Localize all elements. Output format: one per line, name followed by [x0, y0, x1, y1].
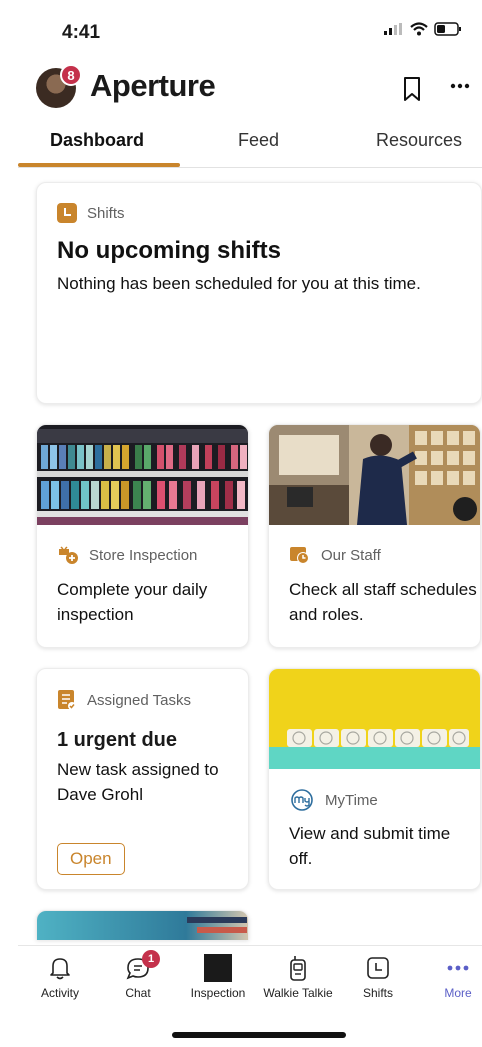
our-staff-header: Our Staff: [289, 545, 381, 565]
chat-badge: 1: [142, 950, 160, 968]
nav-activity-label: Activity: [40, 986, 79, 1000]
store-inspection-label: Store Inspection: [89, 546, 198, 564]
tab-dashboard[interactable]: Dashboard: [50, 130, 144, 151]
tab-feed[interactable]: Feed: [238, 130, 279, 151]
tab-bar: Dashboard Feed Resources: [18, 118, 482, 168]
shifts-card[interactable]: Shifts No upcoming shifts Nothing has be…: [36, 182, 482, 404]
notification-badge: 8: [60, 64, 82, 86]
bottom-nav: Activity 1 Chat Inspection Walkie Talkie: [18, 945, 482, 1005]
nav-more-label: More: [444, 986, 472, 1000]
assigned-tasks-label: Assigned Tasks: [87, 691, 191, 709]
assigned-tasks-text: New task assigned to Dave Grohl: [57, 760, 219, 804]
store-inspection-text: Complete your daily inspection: [57, 580, 208, 624]
nav-walkie-talkie-label: Walkie Talkie: [263, 986, 333, 1000]
mytime-logo-icon: [291, 789, 313, 811]
nav-shifts-label: Shifts: [362, 986, 393, 1000]
shifts-clock-icon: [57, 203, 77, 223]
tab-resources[interactable]: Resources: [376, 130, 462, 151]
status-icons: [384, 22, 462, 36]
nav-chat[interactable]: 1 Chat: [98, 950, 178, 1000]
store-staff-image: [269, 425, 480, 525]
partial-card-image: [37, 911, 248, 940]
assigned-tasks-card[interactable]: Assigned Tasks 1 urgent due New task ass…: [36, 668, 249, 890]
status-bar: 4:41: [0, 0, 482, 56]
wifi-icon: [410, 22, 428, 36]
staff-schedule-icon: [290, 547, 309, 564]
ellipsis-icon: [450, 83, 470, 89]
mytime-card[interactable]: MyTime View and submit time off.: [268, 668, 481, 890]
mytime-clocks-image: [269, 669, 480, 769]
our-staff-text: Check all staff schedules and roles.: [289, 580, 477, 624]
more-icon: [447, 965, 469, 971]
store-shelves-image: [37, 425, 248, 525]
our-staff-card[interactable]: Our Staff Check all staff schedules and …: [268, 424, 481, 648]
assigned-tasks-title: 1 urgent due: [57, 729, 178, 751]
status-time: 4:41: [62, 22, 101, 43]
battery-icon: [434, 22, 461, 36]
our-staff-label: Our Staff: [321, 546, 381, 564]
shifts-card-label: Shifts: [87, 204, 125, 222]
store-inspection-header: Store Inspection: [57, 545, 197, 565]
nav-activity[interactable]: Activity: [20, 954, 100, 1000]
nav-walkie-talkie[interactable]: Walkie Talkie: [258, 954, 338, 1000]
clock-icon: [367, 957, 389, 979]
bell-icon: [50, 958, 70, 980]
inspection-nav-icon: [204, 954, 232, 982]
shifts-card-title: No upcoming shifts: [57, 237, 281, 264]
inspection-icon: [59, 546, 78, 564]
nav-shifts[interactable]: Shifts: [338, 954, 418, 1000]
mytime-text: View and submit time off.: [289, 824, 451, 868]
signal-icon: [384, 23, 402, 35]
tasks-icon: [58, 690, 76, 710]
shifts-card-header: Shifts: [57, 203, 125, 223]
nav-inspection[interactable]: Inspection: [178, 954, 258, 1000]
walkie-talkie-icon: [290, 956, 306, 981]
store-inspection-card[interactable]: Store Inspection Complete your daily ins…: [36, 424, 249, 648]
open-task-button[interactable]: Open: [57, 843, 125, 875]
active-tab-indicator: [18, 163, 180, 167]
page-title: Aperture: [90, 68, 216, 103]
home-indicator: [172, 1032, 346, 1038]
bookmark-icon: [404, 77, 420, 101]
partial-card[interactable]: [36, 910, 249, 940]
nav-more[interactable]: More: [418, 954, 482, 1000]
nav-inspection-label: Inspection: [190, 986, 246, 1000]
nav-chat-label: Chat: [125, 986, 151, 1000]
app-header: 8 Aperture: [0, 60, 482, 118]
shifts-card-text: Nothing has been scheduled for you at th…: [57, 274, 421, 293]
bookmark-button[interactable]: [402, 76, 422, 107]
more-options-button[interactable]: [450, 72, 470, 95]
assigned-tasks-header: Assigned Tasks: [57, 689, 191, 711]
mytime-header: MyTime: [289, 789, 378, 811]
mytime-label: MyTime: [325, 791, 378, 809]
